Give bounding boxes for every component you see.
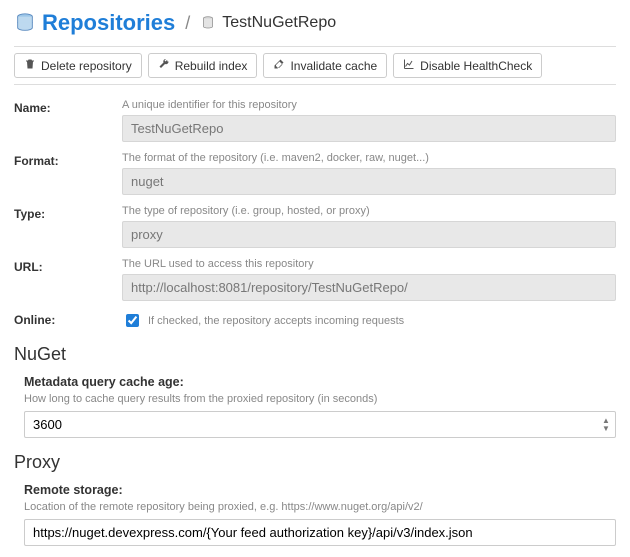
type-help: The type of repository (i.e. group, host… [122, 205, 616, 217]
database-icon [14, 12, 36, 34]
wrench-icon [158, 58, 170, 73]
type-field: proxy [122, 221, 616, 248]
name-help: A unique identifier for this repository [122, 99, 616, 111]
repository-icon [200, 15, 216, 31]
type-label: Type: [14, 205, 122, 248]
format-label: Format: [14, 152, 122, 195]
url-field: http://localhost:8081/repository/TestNuG… [122, 274, 616, 301]
delete-repository-button[interactable]: Delete repository [14, 53, 142, 78]
proxy-section-head: Proxy [14, 452, 616, 473]
invalidate-label: Invalidate cache [290, 59, 377, 73]
rebuild-label: Rebuild index [175, 59, 248, 73]
name-field: TestNuGetRepo [122, 115, 616, 142]
remote-storage-help: Location of the remote repository being … [24, 501, 616, 513]
format-field: nuget [122, 168, 616, 195]
disable-healthcheck-button[interactable]: Disable HealthCheck [393, 53, 542, 78]
remote-storage-label: Remote storage: [24, 483, 616, 497]
online-checkbox[interactable] [126, 314, 139, 327]
cache-age-help: How long to cache query results from the… [24, 393, 616, 405]
format-help: The format of the repository (i.e. maven… [122, 152, 616, 164]
online-label: Online: [14, 311, 122, 330]
trash-icon [24, 58, 36, 73]
page-title: Repositories [42, 10, 175, 36]
rebuild-index-button[interactable]: Rebuild index [148, 53, 258, 78]
chevron-down-icon: ▼ [598, 425, 614, 433]
remote-storage-input[interactable] [24, 519, 616, 546]
cache-age-input[interactable] [24, 411, 616, 438]
cache-age-label: Metadata query cache age: [24, 375, 616, 389]
number-spinner[interactable]: ▲ ▼ [598, 413, 614, 436]
chart-icon [403, 58, 415, 73]
name-label: Name: [14, 99, 122, 142]
disable-hc-label: Disable HealthCheck [420, 59, 532, 73]
nuget-section-head: NuGet [14, 344, 616, 365]
invalidate-cache-button[interactable]: Invalidate cache [263, 53, 387, 78]
toolbar: Delete repository Rebuild index Invalida… [14, 46, 616, 85]
eraser-icon [273, 58, 285, 73]
breadcrumb-separator: / [185, 13, 190, 34]
online-help: If checked, the repository accepts incom… [148, 315, 404, 327]
delete-label: Delete repository [41, 59, 132, 73]
url-help: The URL used to access this repository [122, 258, 616, 270]
repo-name: TestNuGetRepo [222, 14, 336, 32]
page-header: Repositories / TestNuGetRepo [14, 10, 616, 36]
url-label: URL: [14, 258, 122, 301]
